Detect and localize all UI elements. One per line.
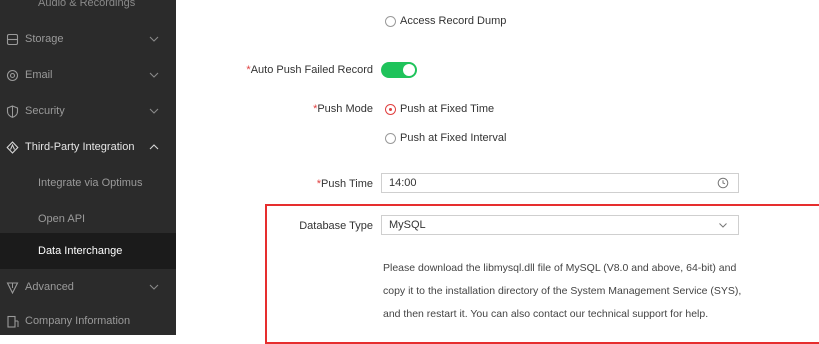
chevron-down-icon	[149, 284, 159, 290]
company-icon	[7, 315, 19, 328]
push-fixed-time-radio[interactable]	[385, 103, 396, 115]
sidebar-subitem-label: Data Interchange	[38, 245, 123, 257]
chevron-up-icon	[149, 144, 159, 150]
shield-icon	[6, 104, 19, 118]
integration-icon	[6, 140, 19, 154]
push-fixed-time-option[interactable]: Push at Fixed Time	[385, 103, 494, 115]
push-time-label: *Push Time	[316, 178, 373, 190]
clock-icon[interactable]	[717, 177, 729, 189]
sidebar: Audio & Recordings Storage Email Securit…	[0, 0, 176, 335]
push-fixed-interval-label: Push at Fixed Interval	[400, 132, 507, 144]
chevron-down-icon	[149, 108, 159, 114]
sidebar-item-third-party-integration[interactable]: Third-Party Integration	[0, 129, 176, 165]
email-icon	[6, 69, 19, 81]
push-time-input[interactable]: 14:00	[381, 173, 739, 193]
sidebar-item-label: Security	[25, 105, 65, 117]
chevron-down-icon	[149, 36, 159, 42]
sidebar-item-label: Third-Party Integration	[25, 141, 135, 153]
sidebar-item-label: Advanced	[25, 281, 74, 293]
advanced-icon	[6, 281, 19, 294]
sidebar-item-audio-recordings[interactable]: Audio & Recordings	[0, 0, 176, 21]
sidebar-item-label: Storage	[25, 33, 64, 45]
sidebar-item-label: Audio & Recordings	[38, 0, 136, 9]
access-record-dump-option[interactable]: Access Record Dump	[385, 15, 506, 27]
sidebar-subitem-integrate-via-optimus[interactable]: Integrate via Optimus	[0, 165, 176, 201]
access-record-dump-label: Access Record Dump	[400, 15, 507, 27]
sidebar-item-storage[interactable]: Storage	[0, 21, 176, 57]
sidebar-item-label: Email	[25, 69, 53, 81]
chevron-down-icon	[149, 72, 159, 78]
auto-push-toggle[interactable]	[381, 62, 417, 78]
push-fixed-interval-option[interactable]: Push at Fixed Interval	[385, 132, 506, 144]
sidebar-subitem-label: Open API	[38, 213, 86, 225]
push-fixed-time-label: Push at Fixed Time	[400, 103, 495, 115]
sidebar-item-company-information[interactable]: Company Information	[0, 303, 176, 335]
sidebar-item-email[interactable]: Email	[0, 57, 176, 93]
sidebar-subitem-data-interchange[interactable]: Data Interchange	[0, 233, 176, 269]
storage-icon	[6, 33, 19, 45]
access-record-dump-radio[interactable]	[385, 15, 396, 27]
sidebar-subitem-open-api[interactable]: Open API	[0, 201, 176, 237]
sidebar-item-security[interactable]: Security	[0, 93, 176, 129]
push-fixed-interval-radio[interactable]	[385, 132, 396, 144]
sidebar-subitem-label: Integrate via Optimus	[38, 177, 143, 189]
push-mode-label: *Push Mode	[313, 103, 373, 115]
push-time-value: 14:00	[389, 177, 417, 189]
highlight-box	[265, 204, 819, 344]
sidebar-item-advanced[interactable]: Advanced	[0, 269, 176, 305]
sidebar-item-label: Company Information	[25, 315, 131, 327]
auto-push-label: *Auto Push Failed Record	[246, 64, 373, 76]
